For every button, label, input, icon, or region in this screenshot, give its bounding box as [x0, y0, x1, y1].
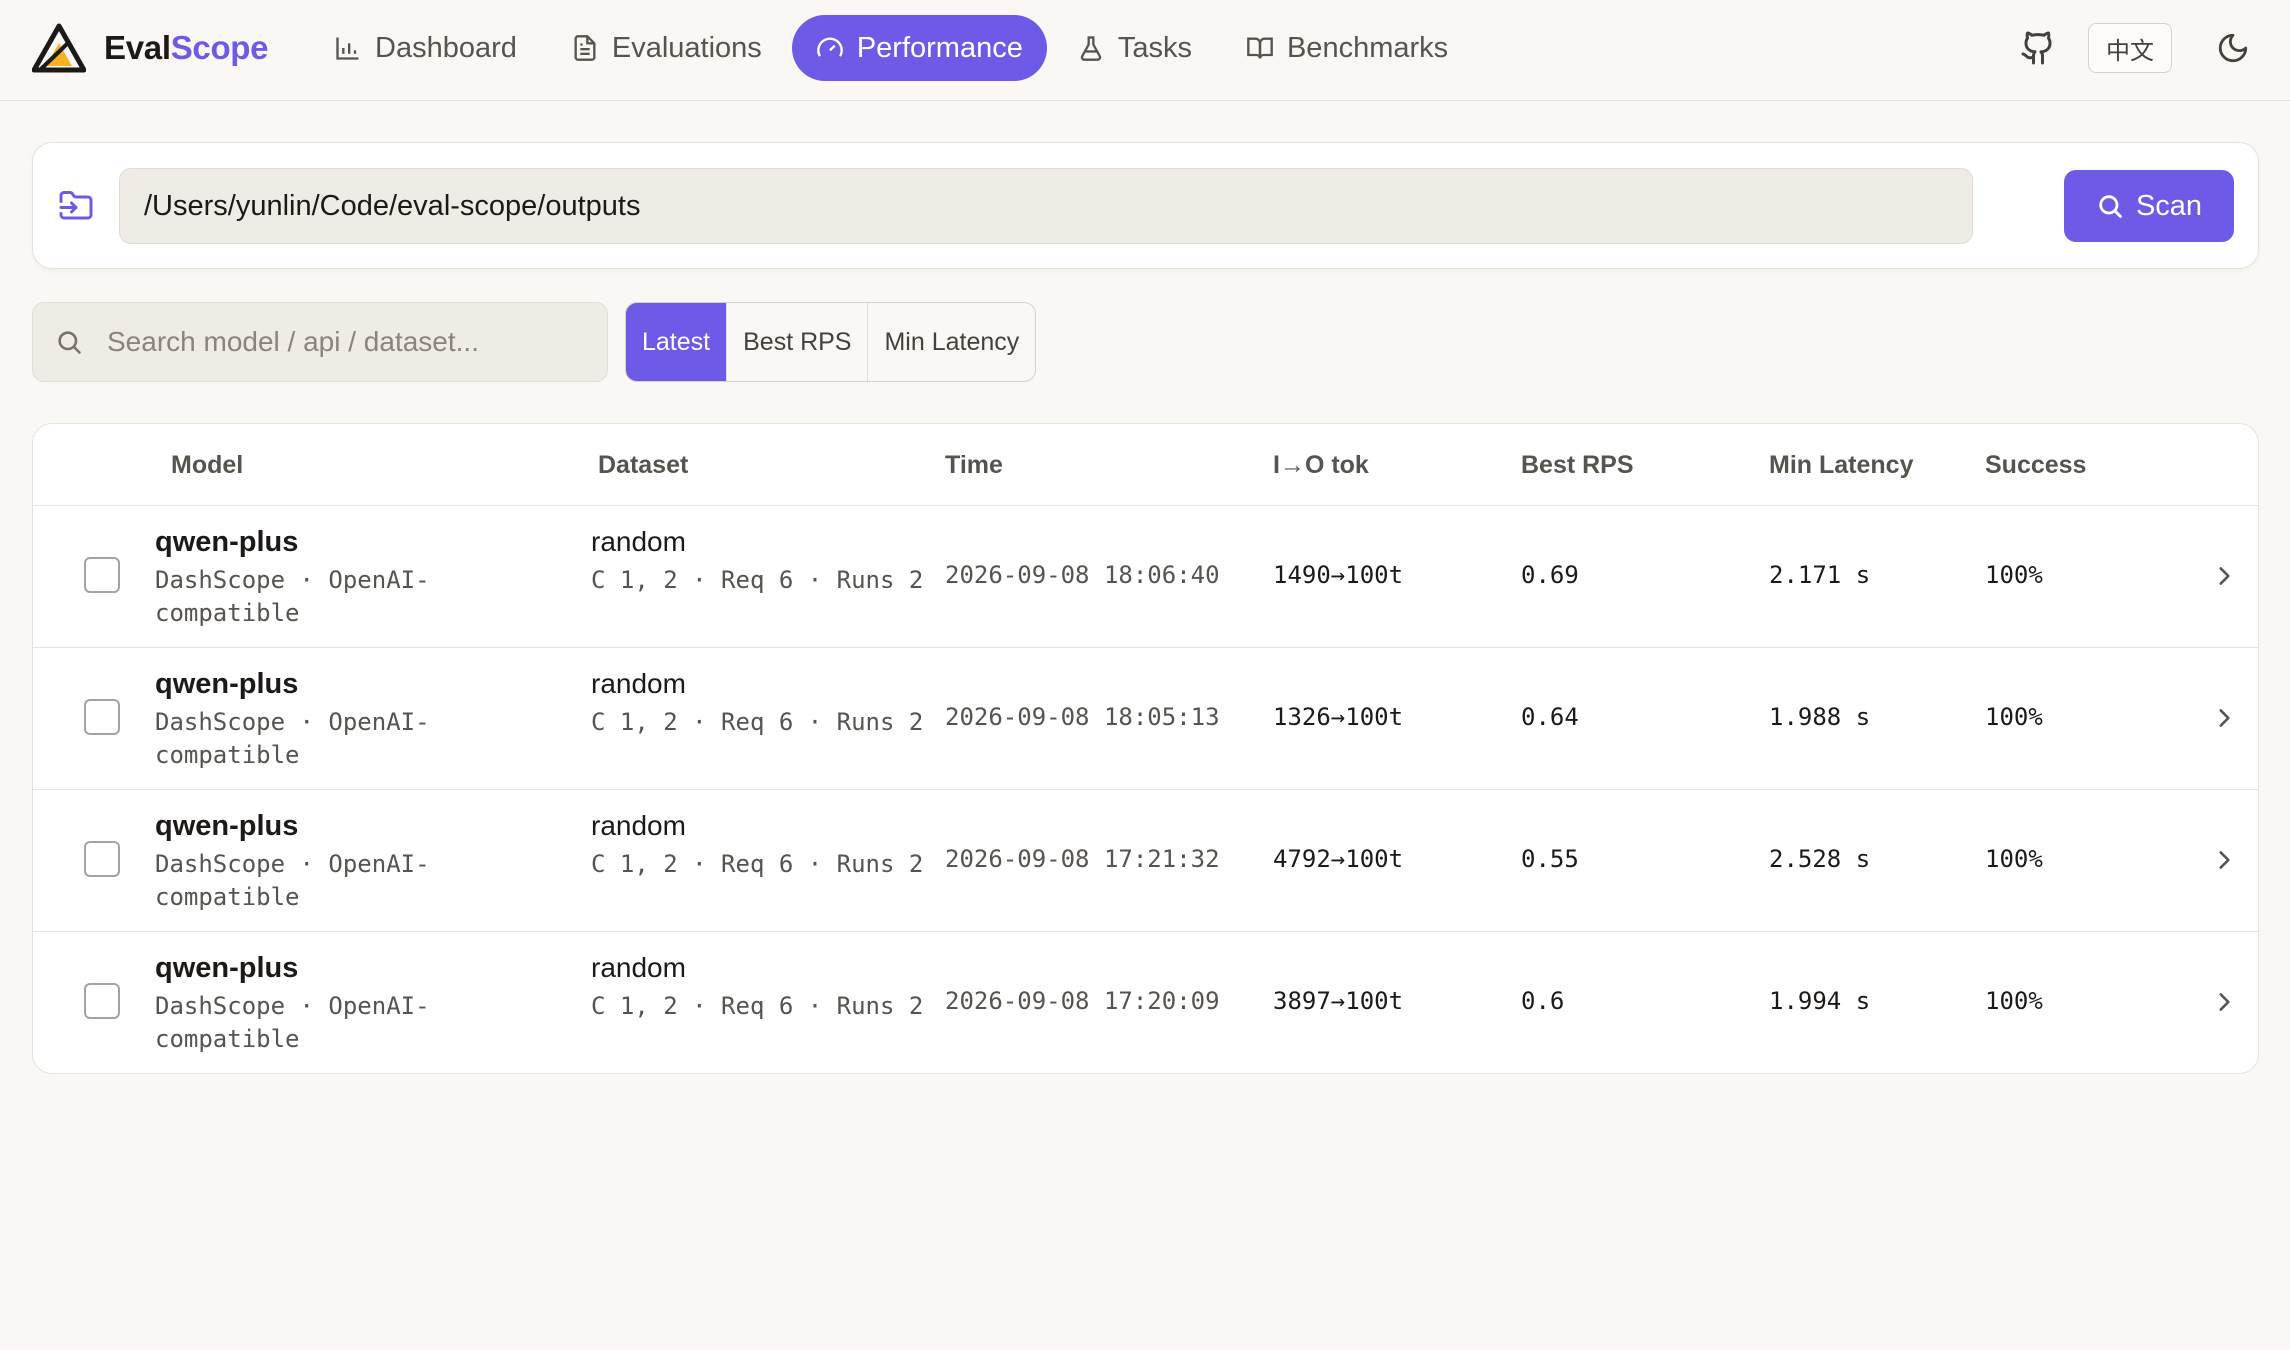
min-latency: 1.988 s — [1769, 703, 1871, 731]
folder-import-icon — [59, 191, 93, 220]
dataset-name: random — [591, 952, 686, 983]
table-row[interactable]: qwen-plus DashScope · OpenAI-compatible … — [33, 932, 2258, 1073]
brand-logo[interactable]: EvalScope — [32, 22, 269, 74]
model-name: qwen-plus — [155, 668, 299, 700]
document-icon — [574, 35, 596, 61]
nav-label: Performance — [856, 31, 1023, 64]
language-toggle-button[interactable]: 中文 — [2088, 23, 2172, 73]
best-rps: 0.6 — [1521, 987, 1565, 1015]
table-row[interactable]: qwen-plus DashScope · OpenAI-compatible … — [33, 506, 2258, 648]
nav-label: Tasks — [1117, 31, 1192, 64]
dataset-name: random — [591, 526, 686, 557]
nav-evaluations[interactable]: Evaluations — [547, 15, 786, 81]
sort-best-rps-button[interactable]: Best RPS — [727, 303, 869, 381]
moon-icon[interactable] — [2216, 31, 2250, 65]
performance-table: Model Dataset Time I→O tok Best RPS Min … — [32, 423, 2259, 1074]
header-io-tokens[interactable]: I→O tok — [1273, 451, 1369, 480]
header-best-rps[interactable]: Best RPS — [1521, 451, 1634, 480]
table-row[interactable]: qwen-plus DashScope · OpenAI-compatible … — [33, 648, 2258, 790]
chevron-right-icon[interactable] — [2211, 563, 2237, 589]
nav-dashboard[interactable]: Dashboard — [310, 15, 541, 81]
main-nav: Dashboard Evaluations Performance Tasks … — [310, 15, 1478, 81]
dataset-name: random — [591, 810, 686, 841]
top-navigation-bar: EvalScope Dashboard Evaluations Performa… — [0, 0, 2290, 101]
run-time: 2026-09-08 17:20:09 — [945, 987, 1220, 1015]
run-time: 2026-09-08 17:21:32 — [945, 845, 1220, 873]
nav-benchmarks[interactable]: Benchmarks — [1222, 15, 1472, 81]
nav-performance[interactable]: Performance — [791, 15, 1047, 81]
sort-latest-button[interactable]: Latest — [626, 303, 728, 381]
dataset-meta: C 1, 2 · Req 6 · Runs 2 — [591, 708, 924, 736]
model-api: DashScope · OpenAI-compatible — [155, 708, 430, 769]
header-dataset[interactable]: Dataset — [598, 451, 688, 480]
gauge-icon — [817, 37, 843, 57]
min-latency: 2.528 s — [1769, 845, 1871, 873]
flask-icon — [1080, 36, 1102, 61]
model-name: qwen-plus — [155, 952, 299, 984]
chevron-right-icon[interactable] — [2211, 989, 2237, 1015]
nav-tasks[interactable]: Tasks — [1053, 15, 1216, 81]
evalscope-logo-icon — [32, 23, 86, 73]
model-name: qwen-plus — [155, 810, 299, 842]
brand-name: EvalScope — [104, 29, 269, 66]
top-right-actions: 中文 — [2020, 22, 2250, 74]
search-icon — [58, 331, 81, 354]
header-time[interactable]: Time — [945, 451, 1003, 480]
output-path-input[interactable]: /Users/yunlin/Code/eval-scope/outputs — [119, 168, 1973, 244]
nav-label: Evaluations — [611, 31, 762, 64]
row-checkbox[interactable] — [84, 983, 120, 1019]
search-icon — [2099, 195, 2122, 218]
row-checkbox[interactable] — [84, 841, 120, 877]
success-rate: 100% — [1985, 703, 2043, 731]
header-min-latency[interactable]: Min Latency — [1769, 451, 1913, 480]
dataset-meta: C 1, 2 · Req 6 · Runs 2 — [591, 566, 924, 594]
min-latency: 1.994 s — [1769, 987, 1871, 1015]
success-rate: 100% — [1985, 987, 2043, 1015]
search-placeholder: Search model / api / dataset... — [107, 326, 479, 357]
row-checkbox[interactable] — [84, 699, 120, 735]
header-success[interactable]: Success — [1985, 451, 2086, 480]
scan-button-label: Scan — [2135, 189, 2203, 222]
scan-panel: /Users/yunlin/Code/eval-scope/outputs Sc… — [32, 142, 2259, 269]
min-latency: 2.171 s — [1769, 561, 1871, 589]
success-rate: 100% — [1985, 561, 2043, 589]
chevron-right-icon[interactable] — [2211, 847, 2237, 873]
run-time: 2026-09-08 18:05:13 — [945, 703, 1220, 731]
nav-label: Benchmarks — [1286, 31, 1449, 64]
dataset-meta: C 1, 2 · Req 6 · Runs 2 — [591, 850, 924, 878]
success-rate: 100% — [1985, 845, 2043, 873]
best-rps: 0.69 — [1521, 561, 1579, 589]
best-rps: 0.64 — [1521, 703, 1579, 731]
table-row[interactable]: qwen-plus DashScope · OpenAI-compatible … — [33, 790, 2258, 932]
scan-button[interactable]: Scan — [2064, 170, 2234, 242]
chevron-right-icon[interactable] — [2211, 705, 2237, 731]
sort-min-latency-button[interactable]: Min Latency — [868, 303, 1035, 381]
model-api: DashScope · OpenAI-compatible — [155, 992, 430, 1053]
row-checkbox[interactable] — [84, 557, 120, 593]
nav-label: Dashboard — [375, 31, 517, 64]
github-icon[interactable] — [2020, 30, 2056, 66]
bar-chart-icon — [336, 37, 359, 60]
book-icon — [1247, 37, 1273, 59]
io-tokens: 1326→100t — [1273, 703, 1404, 731]
model-api: DashScope · OpenAI-compatible — [155, 566, 430, 627]
io-tokens: 1490→100t — [1273, 561, 1404, 589]
header-model[interactable]: Model — [171, 451, 243, 480]
best-rps: 0.55 — [1521, 845, 1579, 873]
model-name: qwen-plus — [155, 526, 299, 558]
io-tokens: 3897→100t — [1273, 987, 1404, 1015]
io-tokens: 4792→100t — [1273, 845, 1404, 873]
search-input[interactable]: Search model / api / dataset... — [32, 302, 608, 382]
run-time: 2026-09-08 18:06:40 — [945, 561, 1220, 589]
sort-segmented-control: Latest Best RPS Min Latency — [625, 302, 1037, 382]
dataset-name: random — [591, 668, 686, 699]
model-api: DashScope · OpenAI-compatible — [155, 850, 430, 911]
table-header: Model Dataset Time I→O tok Best RPS Min … — [33, 424, 2258, 506]
dataset-meta: C 1, 2 · Req 6 · Runs 2 — [591, 992, 924, 1020]
